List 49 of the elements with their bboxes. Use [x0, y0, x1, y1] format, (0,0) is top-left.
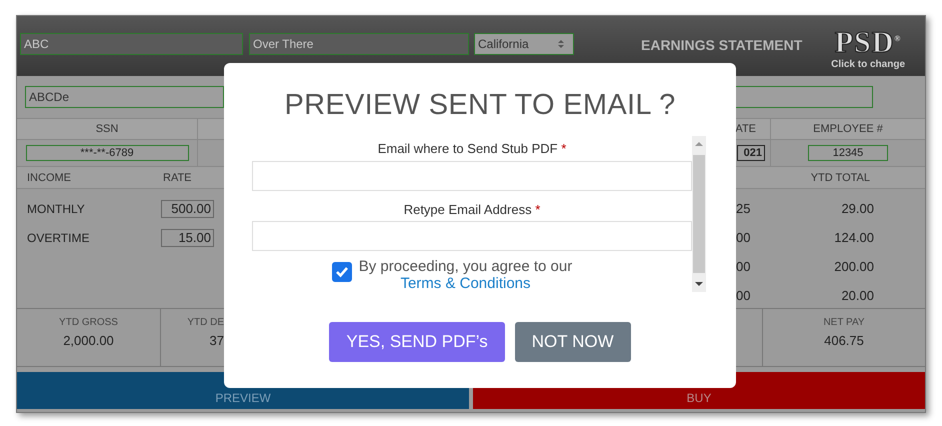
- dialog-title: PREVIEW SENT TO EMAIL ?: [284, 89, 676, 122]
- company-field[interactable]: ABC: [20, 33, 243, 55]
- logo[interactable]: PSD$^{®}$: [834, 23, 902, 59]
- statement-title: EARNINGS STATEMENT: [641, 37, 802, 53]
- check-icon: [334, 266, 349, 278]
- table-cell-text: 00: [736, 259, 752, 274]
- table-cell-text: 124.00: [833, 230, 874, 245]
- consent-text: By proceeding, you agree to our: [358, 258, 572, 275]
- email-field[interactable]: [252, 160, 692, 190]
- rate-field[interactable]: 500.00: [161, 200, 214, 218]
- column-header: SSN: [17, 119, 198, 139]
- logo-caption[interactable]: Click to change: [831, 59, 905, 70]
- table-cell-text: 200.00: [833, 259, 874, 274]
- summary-value: 2,000.00: [63, 333, 114, 348]
- agree-checkbox[interactable]: [332, 262, 352, 282]
- table-cell-text: 00: [736, 230, 752, 245]
- summary-label: YTD GROSS: [59, 317, 118, 328]
- table-cell-text: 20.00: [840, 288, 874, 303]
- column-header: EMPLOYEE #: [770, 119, 925, 139]
- field-label: Retype Email Address *: [402, 202, 542, 218]
- dismiss-button[interactable]: NOT NOW: [514, 322, 631, 362]
- table-cell-text: 00: [736, 288, 752, 303]
- employee-name-field[interactable]: ABCDe: [25, 86, 224, 108]
- ssn-field[interactable]: ***-**-6789: [26, 145, 188, 161]
- table-cell-text: 25: [736, 201, 752, 216]
- scrollbar[interactable]: [692, 136, 706, 292]
- send-button[interactable]: YES, SEND PDF’s: [329, 322, 505, 362]
- rate-field[interactable]: 15.00: [161, 228, 214, 246]
- date-field[interactable]: 021: [737, 145, 765, 161]
- text-field[interactable]: [736, 86, 873, 108]
- summary-label: YTD DE: [187, 317, 224, 328]
- employee-number-field[interactable]: 12345: [808, 145, 888, 161]
- column-header: RATE: [163, 172, 192, 184]
- column-header: ATE: [734, 122, 757, 137]
- spinner-icon: [557, 38, 565, 50]
- scroll-down-icon[interactable]: [695, 281, 703, 287]
- summary-label: NET PAY: [823, 317, 865, 328]
- column-header: YTD TOTAL: [810, 172, 870, 184]
- income-label: OVERTIME: [27, 230, 90, 244]
- email-field[interactable]: [252, 221, 692, 251]
- column-header: INCOME: [27, 172, 72, 184]
- summary-value: 406.75: [824, 333, 864, 348]
- income-label: MONTHLY: [27, 202, 85, 216]
- address-field[interactable]: Over There: [249, 33, 469, 55]
- field-label: Email where to Send Stub PDF *: [376, 141, 568, 157]
- terms-link[interactable]: Terms & Conditions: [400, 275, 531, 292]
- table-cell-text: 29.00: [840, 201, 874, 216]
- state-select[interactable]: California: [474, 33, 574, 55]
- summary-value: 37: [210, 333, 224, 348]
